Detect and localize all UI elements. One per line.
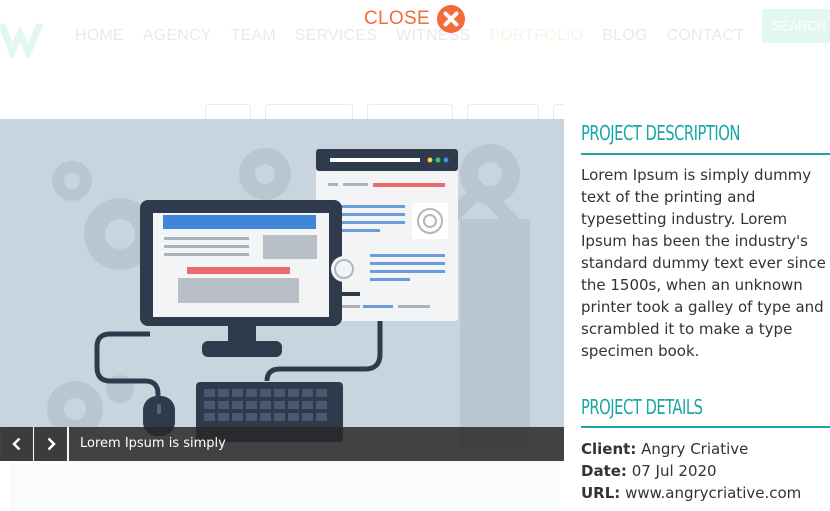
- close-button[interactable]: CLOSE: [364, 4, 466, 34]
- date-row: Date: 07 Jul 2020: [581, 462, 717, 480]
- divider: [33, 427, 34, 461]
- project-slider: Lorem Ipsum is simply: [0, 119, 564, 461]
- description-title: PROJECT DESCRIPTION: [581, 121, 740, 145]
- search-button[interactable]: SEARCH: [762, 9, 830, 43]
- date-value: 07 Jul 2020: [631, 462, 717, 480]
- nav-team[interactable]: TEAM: [231, 27, 276, 45]
- prev-slide-button[interactable]: [1, 427, 32, 461]
- logo-icon: [0, 22, 44, 58]
- nav-home[interactable]: HOME: [75, 27, 124, 45]
- close-icon: [436, 5, 465, 33]
- slide-caption: Lorem Ipsum is simply: [80, 436, 226, 451]
- divider: [581, 153, 830, 155]
- background-thumbnail: [10, 460, 560, 511]
- next-slide-button[interactable]: [35, 427, 66, 461]
- url-row: URL: www.angrycriative.com: [581, 484, 801, 502]
- project-description: Lorem Ipsum is simply dummy text of the …: [581, 166, 826, 360]
- chevron-right-icon: [47, 437, 56, 451]
- url-link[interactable]: www.angrycriative.com: [625, 484, 801, 502]
- nav-contact[interactable]: CONTACT: [667, 27, 745, 45]
- url-label: URL:: [581, 484, 621, 502]
- client-label: Client:: [581, 440, 637, 458]
- client-row: Client: Angry Criative: [581, 440, 748, 458]
- nav-agency[interactable]: AGENCY: [143, 27, 212, 45]
- divider: [67, 427, 69, 461]
- project-info-panel: PROJECT DESCRIPTION Lorem Ipsum is simpl…: [564, 100, 830, 511]
- nav-blog[interactable]: BLOG: [602, 27, 647, 45]
- divider: [581, 426, 830, 428]
- nav-portfolio[interactable]: PORTFOLIO: [489, 27, 583, 45]
- chevron-left-icon: [11, 437, 20, 451]
- date-label: Date:: [581, 462, 627, 480]
- close-label: CLOSE: [364, 8, 430, 29]
- computer-illustration: [47, 144, 530, 449]
- details-title: PROJECT DETAILS: [581, 395, 703, 419]
- client-value: Angry Criative: [641, 440, 749, 458]
